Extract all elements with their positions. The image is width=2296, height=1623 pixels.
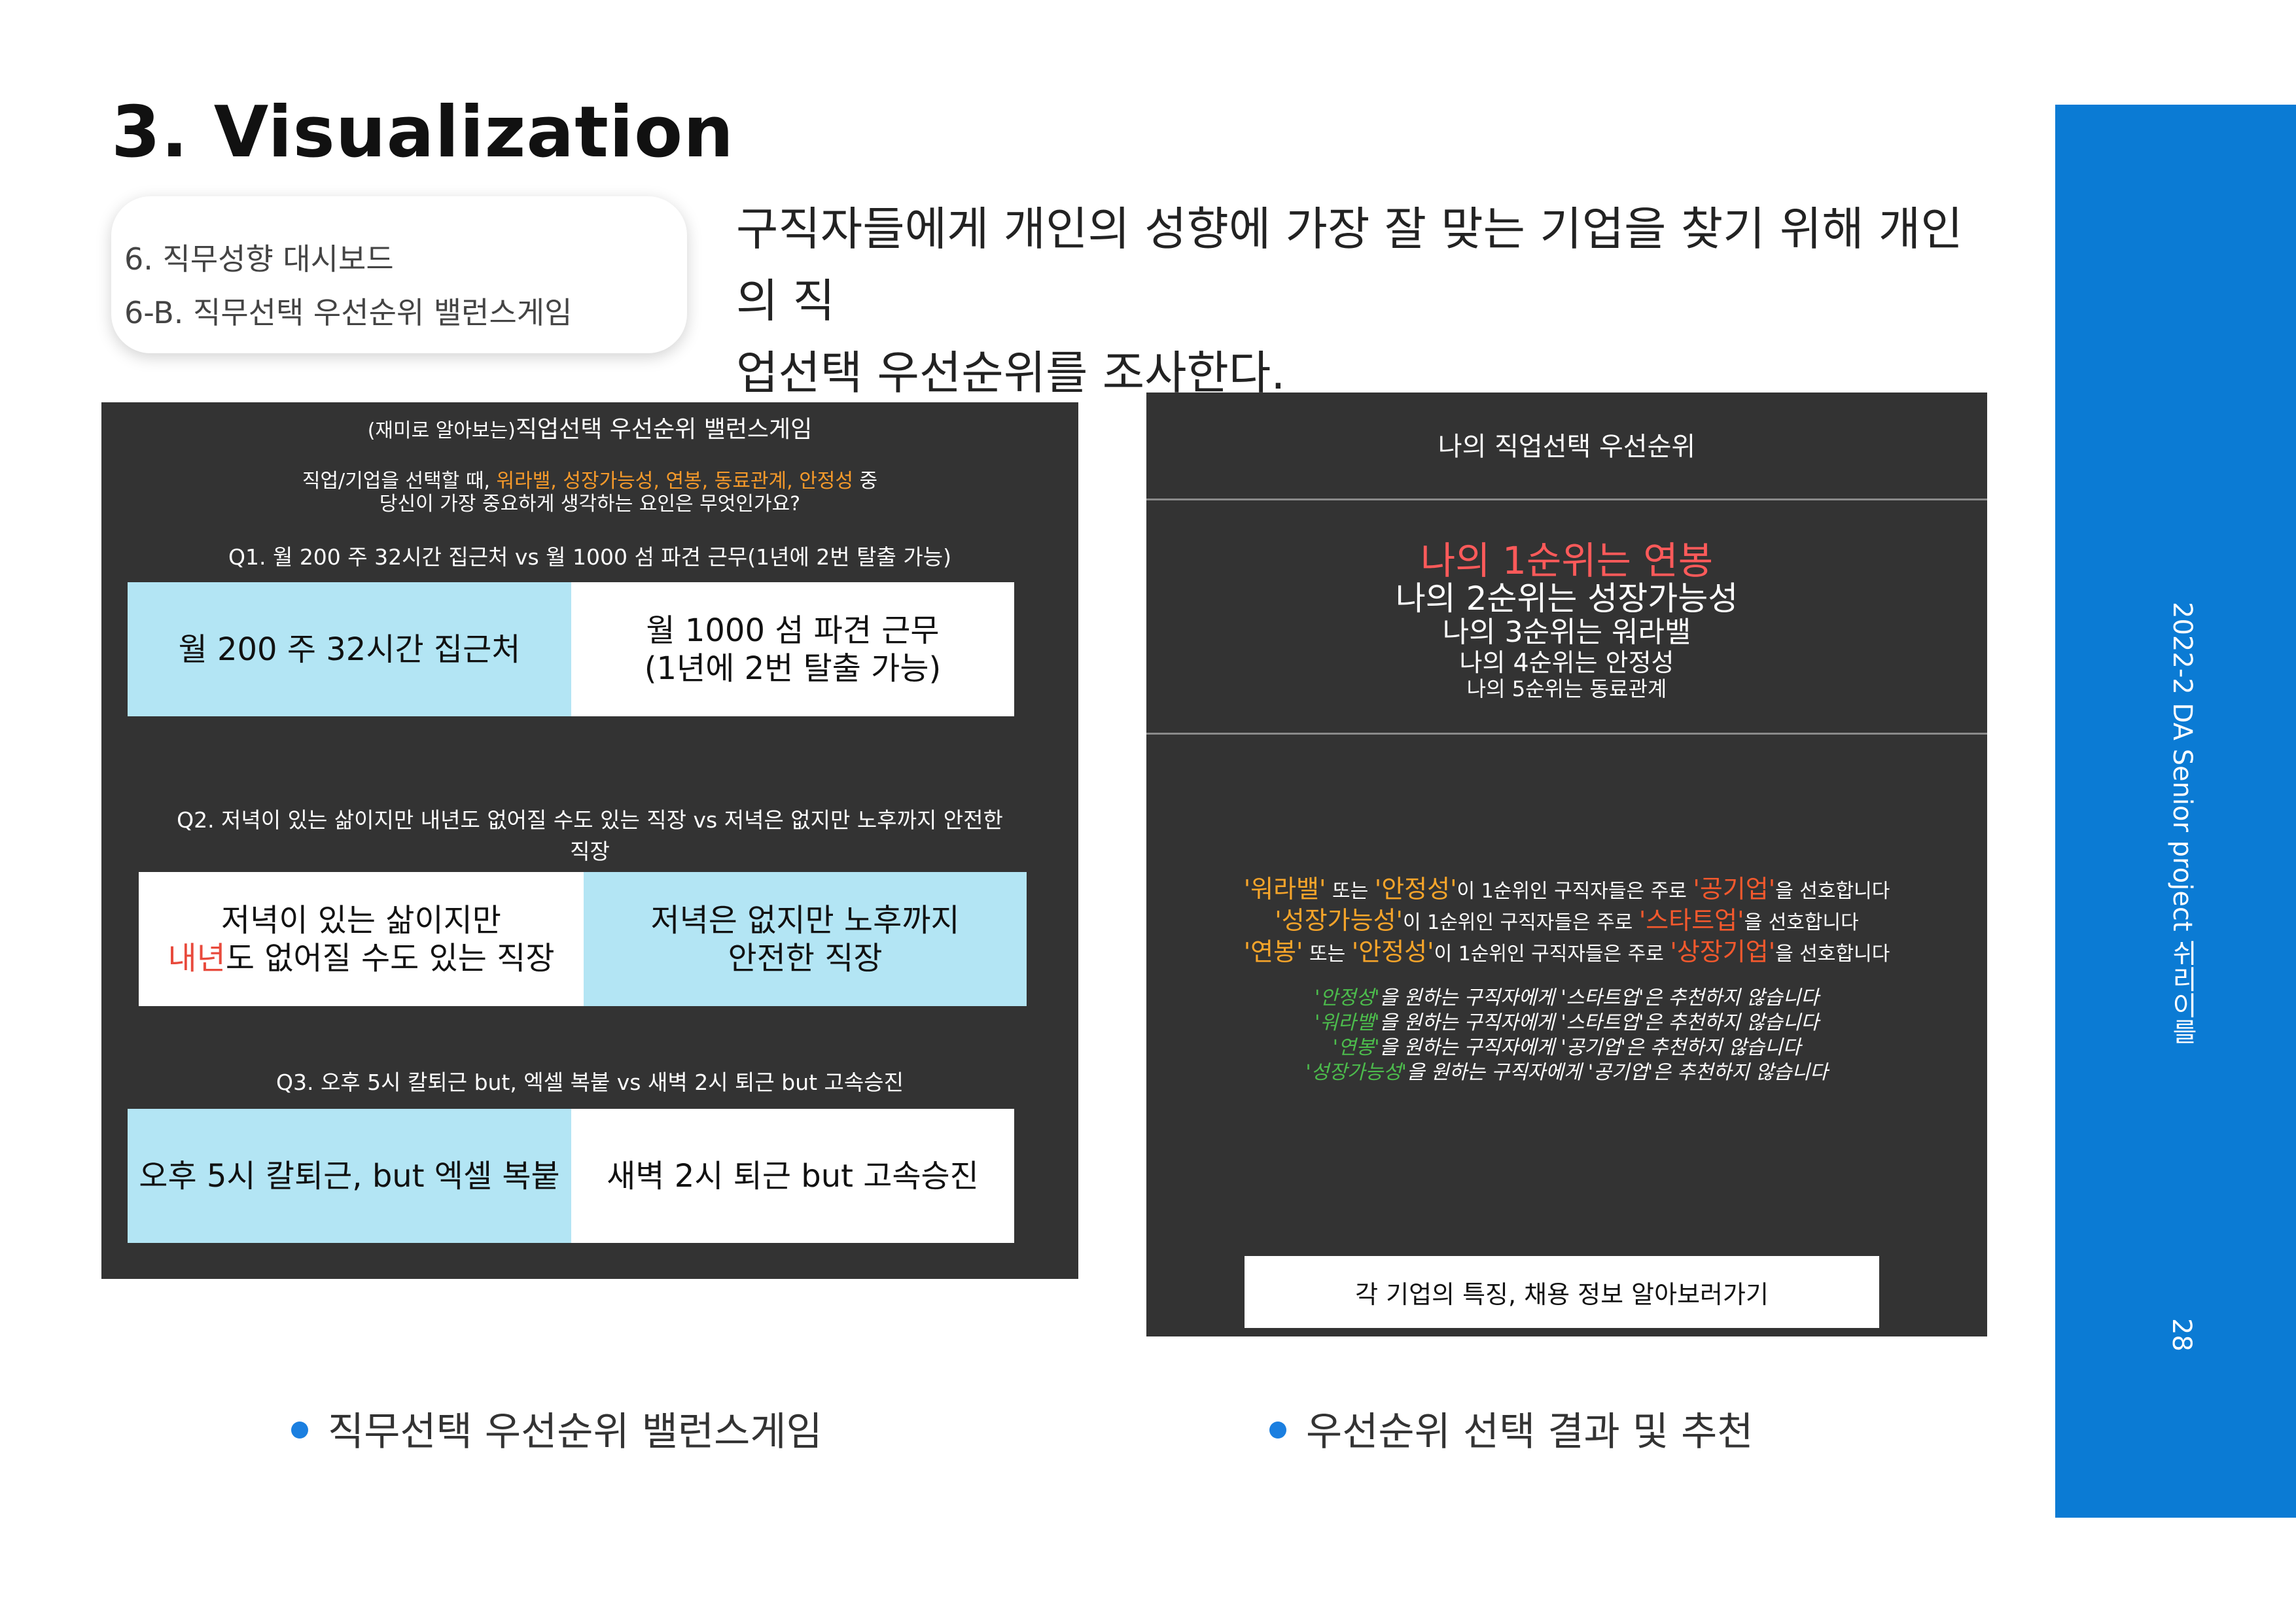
- result-header: 나의 직업선택 우선순위: [1438, 432, 1696, 462]
- pref-text: 이 1순위인 구직자들은 주로: [1457, 880, 1693, 903]
- game-intro-line2: 당신이 가장 중요하게 생각하는 요인은 무엇인가요?: [379, 493, 801, 515]
- divider: [1146, 498, 1987, 500]
- toc-item: 6. 직무성향 대시보드: [124, 241, 394, 277]
- pref-factor: '연봉': [1243, 937, 1303, 966]
- intro-line: 구직자들에게 개인의 성향에 가장 잘 맞는 기업을 찾기 위해 개인의 직: [736, 202, 1963, 328]
- q1-option-right-line: 월 1000 섬 파견 근무: [646, 612, 940, 649]
- caption-right-label: 우선순위 선택 결과 및 추천: [1306, 1409, 1754, 1455]
- q1-option-right-line: (1년에 2번 탈출 가능): [644, 650, 942, 687]
- pref-text: 을 선호합니다: [1775, 943, 1890, 966]
- pref-text: 또는: [1326, 880, 1375, 903]
- q3-option-right[interactable]: 새벽 2시 퇴근 but 고속승진: [571, 1109, 1014, 1243]
- q2-option-left[interactable]: 저녁이 있는 삶이지만 내년도 없어질 수도 있는 직장: [139, 872, 584, 1006]
- project-label: 2022-2 DA Senior project 쉬리이를: [2167, 602, 2197, 1045]
- toc-box: 6. 직무성향 대시보드 6-B. 직무선택 우선순위 밸런스게임: [111, 196, 687, 353]
- pref-company: '공기업': [1693, 875, 1776, 903]
- bullet-icon: [1269, 1422, 1286, 1439]
- q2-option-left-line: 내년도 없어질 수도 있는 직장: [168, 939, 555, 977]
- q2-option-left-text: 도 없어질 수도 있는 직장: [225, 939, 555, 977]
- pref-text: 을 선호합니다: [1744, 911, 1859, 934]
- page-number: 28: [2166, 1318, 2197, 1352]
- q1-option-left[interactable]: 월 200 주 32시간 집근처: [128, 582, 571, 716]
- not-rec-factor: '성장가능성': [1305, 1061, 1407, 1084]
- q1-option-right-label: 월 1000 섬 파견 근무 (1년에 2번 탈출 가능): [645, 612, 941, 688]
- q3-option-right-label: 새벽 2시 퇴근 but 고속승진: [607, 1157, 979, 1195]
- pref-text: 을 선호합니다: [1775, 880, 1890, 903]
- question-2-line: 직장: [570, 839, 610, 864]
- caption-left-label: 직무선택 우선순위 밸런스게임: [328, 1409, 822, 1455]
- pref-company: '스타트업': [1638, 906, 1744, 935]
- q2-option-left-label: 저녁이 있는 삶이지만 내년도 없어질 수도 있는 직장: [168, 901, 555, 977]
- q2-option-left-highlight: 내년: [168, 939, 226, 977]
- q2-option-right[interactable]: 저녁은 없지만 노후까지 안전한 직장: [584, 872, 1027, 1006]
- q3-option-left-label: 오후 5시 칼퇴근, but 엑셀 복붙: [139, 1157, 560, 1195]
- q3-option-left[interactable]: 오후 5시 칼퇴근, but 엑셀 복붙: [128, 1109, 571, 1243]
- q2-option-right-label: 저녁은 없지만 노후까지 안전한 직장: [650, 901, 959, 977]
- game-title-main: 직업선택 우선순위 밸런스게임: [515, 416, 813, 443]
- caption-left: 직무선택 우선순위 밸런스게임: [291, 1400, 822, 1457]
- pref-line: '워라밸' 또는 '안정성'이 1순위인 구직자들은 주로 '공기업'을 선호합…: [1146, 869, 1987, 905]
- pref-line: '성장가능성'이 1순위인 구직자들은 주로 '스타트업'을 선호합니다: [1146, 900, 1987, 936]
- company-info-button-label: 각 기업의 특징, 채용 정보 알아보러가기: [1355, 1280, 1769, 1309]
- sidebar: 2022-2 DA Senior project 쉬리이를 28: [2055, 105, 2296, 1518]
- pref-text: 또는: [1303, 943, 1352, 966]
- toc-item: 6-B. 직무선택 우선순위 밸런스게임: [124, 295, 573, 330]
- q2-option-right-line: 저녁은 없지만 노후까지: [650, 901, 960, 939]
- question-3: Q3. 오후 5시 칼퇴근 but, 엑셀 복붙 vs 새벽 2시 퇴근 but…: [276, 1070, 904, 1095]
- bullet-icon: [291, 1422, 308, 1439]
- pref-factor: '워라밸': [1243, 875, 1326, 903]
- balance-game-panel: (재미로 알아보는)직업선택 우선순위 밸런스게임 직업/기업을 선택할 때, …: [101, 402, 1078, 1279]
- divider: [1146, 733, 1987, 735]
- not-recommended-line: '성장가능성'을 원하는 구직자에게 '공기업'은 추천하지 않습니다: [1146, 1056, 1987, 1085]
- pref-factor: '안정성': [1351, 937, 1434, 966]
- page-title: 3. Visualization: [111, 92, 735, 173]
- rank-5: 나의 5순위는 동료관계: [1466, 676, 1667, 701]
- pref-line: '연봉' 또는 '안정성'이 1순위인 구직자들은 주로 '상장기업'을 선호합…: [1146, 932, 1987, 968]
- pref-text: 이 1순위인 구직자들은 주로: [1402, 911, 1639, 934]
- game-title-prefix: (재미로 알아보는): [367, 419, 516, 442]
- pref-text: 이 1순위인 구직자들은 주로: [1434, 943, 1670, 966]
- q1-option-right[interactable]: 월 1000 섬 파견 근무 (1년에 2번 탈출 가능): [571, 582, 1014, 716]
- result-panel: 나의 직업선택 우선순위 나의 1순위는 연봉 나의 2순위는 성장가능성 나의…: [1146, 393, 1987, 1336]
- not-rec-text: 을 원하는 구직자에게 '공기업'은 추천하지 않습니다: [1406, 1061, 1828, 1084]
- question-1: Q1. 월 200 주 32시간 집근처 vs 월 1000 섬 파견 근무(1…: [228, 544, 951, 570]
- pref-factor: '안정성': [1374, 875, 1457, 903]
- company-info-button[interactable]: 각 기업의 특징, 채용 정보 알아보러가기: [1245, 1256, 1879, 1328]
- intro-text: 구직자들에게 개인의 성향에 가장 잘 맞는 기업을 찾기 위해 개인의 직 업…: [736, 193, 1999, 409]
- question-2: Q2. 저녁이 있는 삶이지만 내년도 없어질 수도 있는 직장 vs 저녁은 …: [101, 803, 1078, 865]
- game-title: (재미로 알아보는)직업선택 우선순위 밸런스게임: [101, 410, 1078, 444]
- q1-option-left-label: 월 200 주 32시간 집근처: [178, 631, 521, 668]
- caption-right: 우선순위 선택 결과 및 추천: [1269, 1400, 1754, 1457]
- pref-factor: '성장가능성': [1275, 906, 1403, 935]
- question-2-line: Q2. 저녁이 있는 삶이지만 내년도 없어질 수도 있는 직장 vs 저녁은 …: [177, 807, 1003, 833]
- q2-option-right-line: 안전한 직장: [728, 939, 883, 977]
- pref-company: '상장기업': [1670, 937, 1776, 966]
- q2-option-left-line: 저녁이 있는 삶이지만: [221, 901, 501, 939]
